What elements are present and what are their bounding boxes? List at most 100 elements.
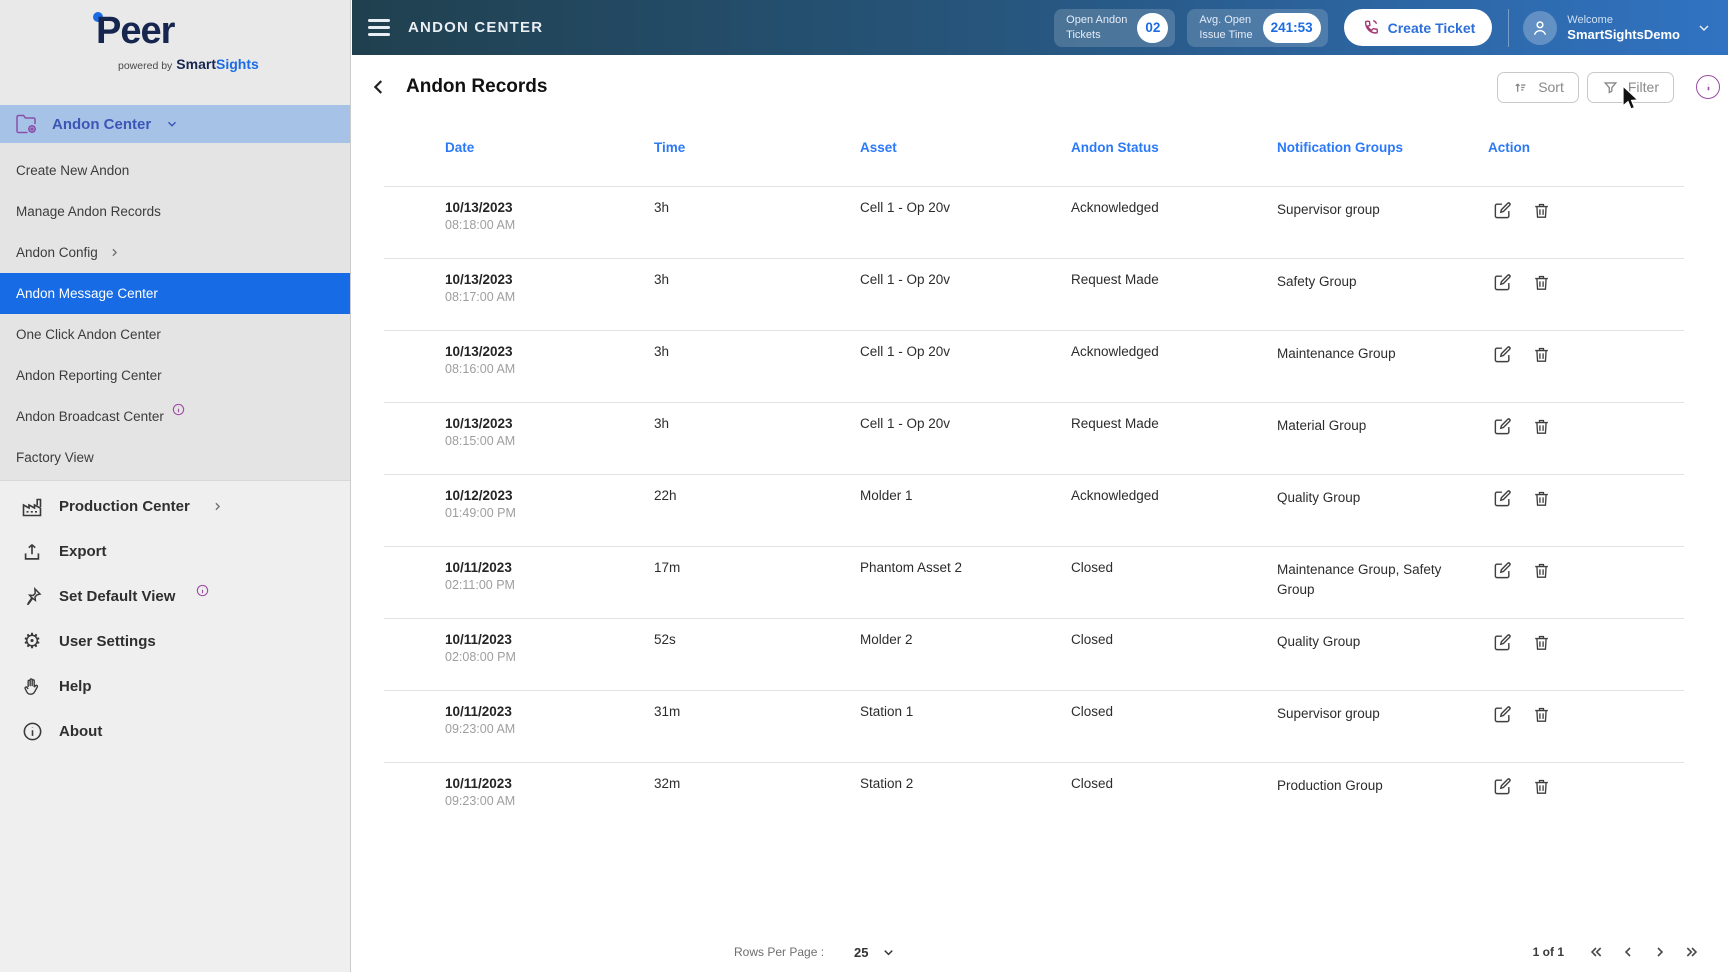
cell-asset: Cell 1 - Op 20v [860,344,951,359]
page-header: Andon Records Sort Filter [352,55,1728,113]
edit-icon[interactable] [1493,345,1512,364]
user-avatar-icon [1523,10,1558,45]
cell-time-of-day: 02:11:00 PM [445,578,515,592]
user-menu[interactable]: Welcome SmartSightsDemo [1523,10,1718,45]
sidebar-item-help[interactable]: Help [0,664,350,709]
edit-icon[interactable] [1493,633,1512,652]
cell-date: 10/11/2023 [445,776,512,791]
cell-status: Closed [1071,560,1114,575]
cell-duration: 3h [654,416,670,431]
pagination: 1 of 1 [1533,944,1700,960]
cell-time-of-day: 08:15:00 AM [445,434,516,448]
delete-icon[interactable] [1532,777,1551,796]
sidebar-item-label: Andon Message Center [16,286,158,301]
sidebar-item-factory-view[interactable]: Factory View [0,437,350,478]
brand-name: Peer [96,10,175,52]
edit-icon[interactable] [1493,561,1512,580]
topbar: ANDON CENTER Open Andon Tickets 02 Avg. … [352,0,1728,55]
sidebar-item-export[interactable]: Export [0,529,350,574]
next-page-button[interactable] [1652,944,1668,960]
edit-icon[interactable] [1493,201,1512,220]
funnel-icon [1602,79,1619,96]
sidebar-tool-label: Production Center [59,498,190,515]
cell-duration: 3h [654,272,670,287]
hamburger-menu-icon[interactable] [368,15,392,41]
sidebar-parent-label: Andon Center [52,115,152,133]
user-text: Welcome SmartSightsDemo [1567,14,1680,42]
sidebar-item-label: One Click Andon Center [16,327,161,342]
sidebar-tool-label: Help [59,678,92,695]
cell-date: 10/12/2023 [445,488,513,503]
cell-notification-groups: Safety Group [1277,274,1357,289]
delete-icon[interactable] [1532,273,1551,292]
table-row: 10/13/2023 08:17:00 AM 3h Cell 1 - Op 20… [384,258,1684,330]
factory-icon [20,495,44,519]
sidebar-item-user-settings[interactable]: ⚙ User Settings [0,619,350,664]
export-icon [20,541,44,563]
edit-icon[interactable] [1493,417,1512,436]
chevron-down-icon [165,117,179,131]
chevron-right-icon [108,246,121,259]
sidebar-item-andon-center[interactable]: Andon Center [0,105,350,143]
cell-asset: Molder 1 [860,488,913,503]
sidebar-tool-label: Export [59,543,107,560]
sidebar-item-andon-config[interactable]: Andon Config [0,232,350,273]
cell-time-of-day: 08:18:00 AM [445,218,516,232]
create-ticket-button[interactable]: Create Ticket [1343,9,1493,46]
pin-icon [20,586,44,608]
sidebar-tool-label: Set Default View [59,588,176,605]
sidebar-item-set-default-view[interactable]: Set Default View [0,574,350,619]
sidebar-item-about[interactable]: About [0,709,350,754]
avg-open-issue-time-badge: Avg. Open Issue Time 241:53 [1187,8,1328,47]
column-header-andon-status: Andon Status [1071,140,1159,155]
cell-notification-groups: Material Group [1277,418,1367,433]
sidebar-item-andon-broadcast-center[interactable]: Andon Broadcast Center [0,396,350,437]
cell-duration: 22h [654,488,677,503]
filter-button[interactable]: Filter [1586,71,1674,103]
cell-notification-groups: Maintenance Group, Safety Group [1277,562,1442,597]
table-header-row: Date Time Asset Andon Status Notificatio… [384,140,1684,155]
table-row: 10/11/2023 09:23:00 AM 31m Station 1 Clo… [384,690,1684,762]
create-ticket-label: Create Ticket [1387,19,1476,36]
edit-icon[interactable] [1493,705,1512,724]
cell-status: Request Made [1071,416,1159,431]
rows-per-page-value: 25 [854,944,869,960]
back-button[interactable] [368,76,392,98]
rows-per-page-select[interactable]: 25 [824,945,895,960]
delete-icon[interactable] [1532,417,1551,436]
cell-status: Acknowledged [1071,344,1159,359]
first-page-button[interactable] [1588,944,1604,960]
cell-duration: 3h [654,344,670,359]
info-button[interactable] [1696,75,1720,99]
table-row: 10/11/2023 02:08:00 PM 52s Molder 2 Clos… [384,618,1684,690]
sidebar-item-create-new-andon[interactable]: Create New Andon [0,150,350,191]
edit-icon[interactable] [1493,273,1512,292]
username: SmartSightsDemo [1567,26,1680,42]
sort-label: Sort [1538,79,1564,95]
cell-status: Closed [1071,776,1114,791]
info-icon [172,403,185,416]
sidebar-item-production-center[interactable]: Production Center [0,484,350,529]
sidebar-item-andon-reporting-center[interactable]: Andon Reporting Center [0,355,350,396]
sidebar-item-one-click-andon-center[interactable]: One Click Andon Center [0,314,350,355]
cell-time-of-day: 09:23:00 AM [445,794,516,808]
column-header-action: Action [1488,140,1530,155]
cell-duration: 17m [654,560,681,575]
column-header-notification-groups: Notification Groups [1277,140,1403,155]
previous-page-button[interactable] [1620,944,1636,960]
delete-icon[interactable] [1532,705,1551,724]
column-header-time: Time [654,140,686,155]
last-page-button[interactable] [1684,944,1700,960]
delete-icon[interactable] [1532,561,1551,580]
delete-icon[interactable] [1532,345,1551,364]
edit-icon[interactable] [1493,777,1512,796]
cell-date: 10/13/2023 [445,272,513,287]
sidebar-item-andon-message-center[interactable]: Andon Message Center [0,273,350,314]
delete-icon[interactable] [1532,489,1551,508]
main-area: ANDON CENTER Open Andon Tickets 02 Avg. … [352,0,1728,972]
edit-icon[interactable] [1493,489,1512,508]
sort-button[interactable]: Sort [1497,71,1579,103]
sidebar-item-manage-andon-records[interactable]: Manage Andon Records [0,191,350,232]
delete-icon[interactable] [1532,201,1551,220]
delete-icon[interactable] [1532,633,1551,652]
